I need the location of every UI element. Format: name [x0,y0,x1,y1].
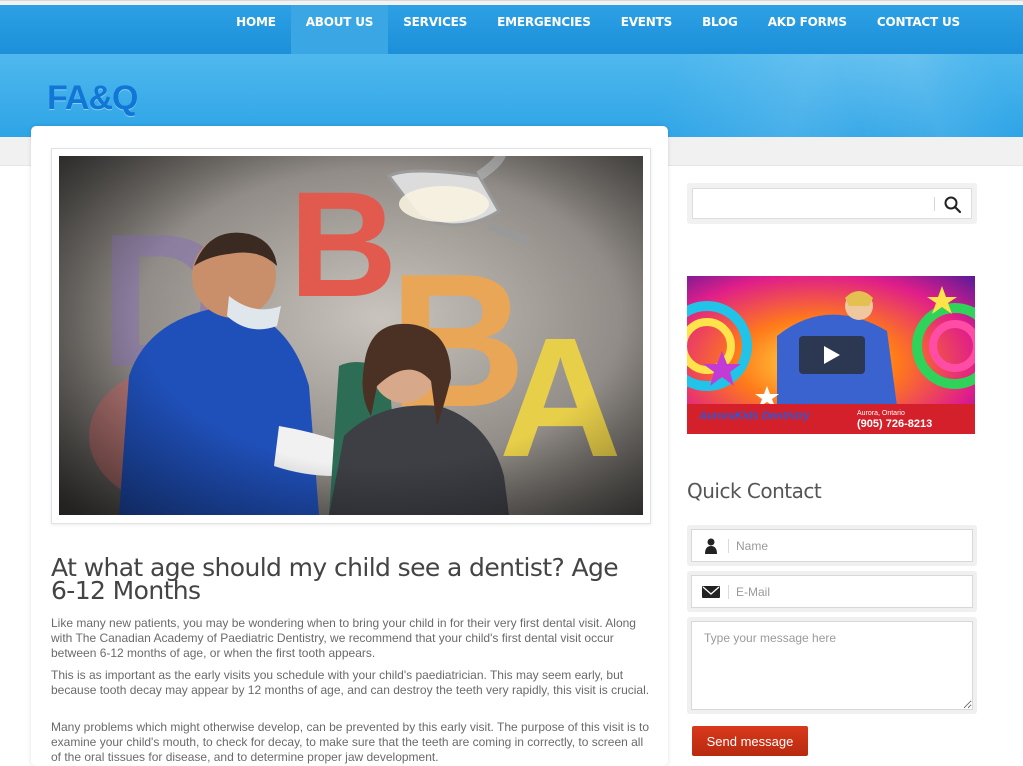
name-input[interactable] [732,530,970,561]
nav-item-services[interactable]: SERVICES [388,5,482,55]
main-content-card: D B B A [31,126,668,766]
search-widget [687,183,977,224]
name-field [691,529,973,562]
promo-video-artwork: AuroraKids Dentistry Aurora, Ontario (90… [687,276,975,434]
search-input[interactable] [693,189,944,218]
article-paragraph-3: Many problems which might otherwise deve… [51,720,650,764]
page-title: FA&Q [47,79,138,117]
search-button[interactable] [943,195,963,215]
video-location-text: Aurora, Ontario [857,410,905,417]
video-phone-text: (905) 726-8213 [857,418,932,430]
promo-video-thumbnail[interactable]: AuroraKids Dentistry Aurora, Ontario (90… [687,276,975,434]
nav-item-home[interactable]: HOME [221,5,291,55]
send-message-button[interactable]: Send message [692,726,808,756]
user-icon [705,538,717,554]
email-field [691,575,973,608]
hero-image-frame: D B B A [51,148,651,524]
email-input[interactable] [732,576,970,607]
nav-item-contact-us[interactable]: CONTACT US [862,5,975,55]
search-divider [934,197,935,211]
main-nav: HOME ABOUT US SERVICES EMERGENCIES EVENT… [221,5,975,55]
article-title: At what age should my child see a dentis… [51,553,619,605]
search-field [692,188,972,219]
nav-item-akd-forms[interactable]: AKD FORMS [753,5,862,55]
message-textarea[interactable] [691,621,973,710]
envelope-icon [702,586,720,598]
name-field-wrapper [687,525,977,566]
page-banner: FA&Q [0,54,1023,137]
play-icon [799,336,865,374]
email-field-wrapper [687,571,977,612]
dentist-with-child-illustration: D B B A [59,156,643,515]
message-field-wrapper [687,617,977,714]
video-brand-text: AuroraKids Dentistry [698,410,811,422]
search-icon [944,196,962,214]
nav-item-emergencies[interactable]: EMERGENCIES [482,5,606,55]
banner-light-ray [760,54,1023,137]
field-divider [728,539,729,553]
hero-image: D B B A [59,156,643,515]
top-nav-bar: HOME ABOUT US SERVICES EMERGENCIES EVENT… [0,0,1023,55]
article-paragraph-1: Like many new patients, you may be wonde… [51,616,636,660]
field-divider [728,585,729,599]
article-paragraph-2: This is as important as the early visits… [51,668,650,697]
nav-item-about-us[interactable]: ABOUT US [290,5,389,55]
quick-contact-title: Quick Contact [687,479,822,503]
nav-item-blog[interactable]: BLOG [687,5,753,55]
nav-item-events[interactable]: EVENTS [606,5,687,55]
